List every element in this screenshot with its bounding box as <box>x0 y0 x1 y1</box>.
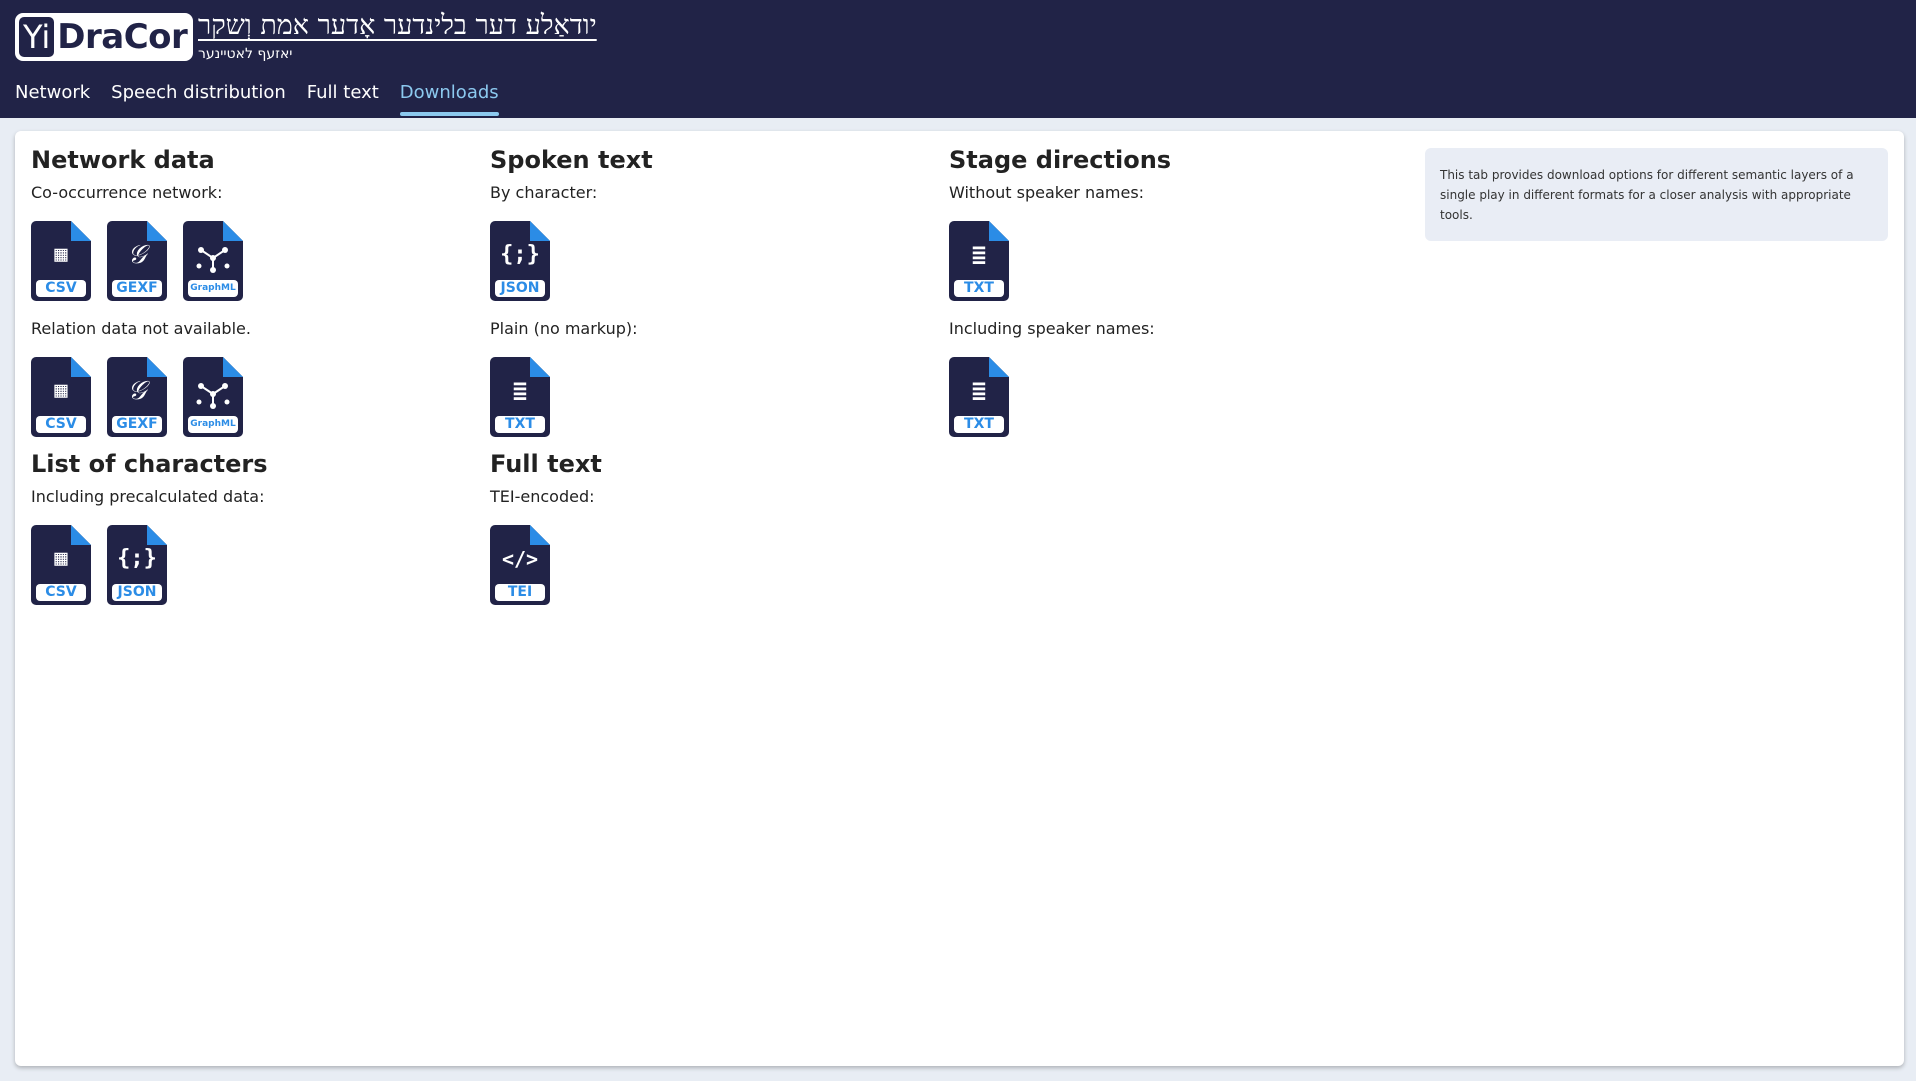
tab-speech-distribution[interactable]: Speech distribution <box>111 82 286 114</box>
column-stage: Stage directions Without speaker names: … <box>949 145 1171 437</box>
including-speaker-label: Including speaker names: <box>949 319 1155 338</box>
tab-bar: Network Speech distribution Full text Do… <box>15 82 520 116</box>
column-network: Network data Co-occurrence network: ▦ CS… <box>31 145 268 605</box>
txt-download-icon[interactable]: ≣ TXT <box>949 357 1009 437</box>
json-download-icon[interactable]: {;} JSON <box>107 525 167 605</box>
plain-text-label: Plain (no markup): <box>490 319 638 338</box>
csv-download-icon[interactable]: ▦ CSV <box>31 357 91 437</box>
full-text-heading: Full text <box>490 450 602 478</box>
top-header: Yi DraCor יודאַלע דער בלינדער אָדער אמת … <box>0 0 1916 118</box>
relation-label: Relation data not available. <box>31 319 251 338</box>
graphml-download-icon[interactable]: GraphML <box>183 221 243 301</box>
by-character-label: By character: <box>490 183 598 202</box>
txt-download-icon[interactable]: ≣ TXT <box>949 221 1009 301</box>
stage-without-downloads: ≣ TXT <box>949 221 1171 301</box>
gexf-download-icon[interactable]: 𝒢 GEXF <box>107 221 167 301</box>
play-title[interactable]: יודאַלע דער בלינדער אָדער אמת וְשקר <box>198 10 597 41</box>
characters-heading: List of characters <box>31 450 268 478</box>
stage-directions-heading: Stage directions <box>949 146 1172 174</box>
downloads-panel: Network data Co-occurrence network: ▦ CS… <box>15 131 1904 1066</box>
tab-downloads[interactable]: Downloads <box>399 82 499 116</box>
tab-network[interactable]: Network <box>15 82 90 114</box>
csv-download-icon[interactable]: ▦ CSV <box>31 221 91 301</box>
logo-yi: Yi <box>19 17 55 57</box>
yidracor-logo[interactable]: Yi DraCor <box>15 13 194 61</box>
tei-label: TEI-encoded: <box>490 487 595 506</box>
without-speaker-label: Without speaker names: <box>949 183 1145 202</box>
tei-downloads: </> TEI <box>490 525 653 605</box>
spoken-text-heading: Spoken text <box>490 146 653 174</box>
relation-downloads: ▦ CSV 𝒢 GEXF GraphML <box>31 357 268 437</box>
by-character-downloads: {;} JSON <box>490 221 653 301</box>
csv-download-icon[interactable]: ▦ CSV <box>31 525 91 605</box>
gexf-download-icon[interactable]: 𝒢 GEXF <box>107 357 167 437</box>
characters-downloads: ▦ CSV {;} JSON <box>31 525 268 605</box>
cooccurrence-label: Co-occurrence network: <box>31 183 223 202</box>
characters-label: Including precalculated data: <box>31 487 265 506</box>
tab-full-text[interactable]: Full text <box>307 82 379 114</box>
downloads-info-box: This tab provides download options for d… <box>1425 148 1888 241</box>
logo-dracor: DraCor <box>57 17 188 57</box>
plain-text-downloads: ≣ TXT <box>490 357 653 437</box>
tei-download-icon[interactable]: </> TEI <box>490 525 550 605</box>
graphml-download-icon[interactable]: GraphML <box>183 357 243 437</box>
txt-download-icon[interactable]: ≣ TXT <box>490 357 550 437</box>
cooccurrence-downloads: ▦ CSV 𝒢 GEXF GraphML <box>31 221 268 301</box>
play-author: יאזעף לאטיינער <box>198 46 293 62</box>
column-spoken: Spoken text By character: {;} JSON Plain… <box>490 145 653 605</box>
json-download-icon[interactable]: {;} JSON <box>490 221 550 301</box>
stage-including-downloads: ≣ TXT <box>949 357 1171 437</box>
network-data-heading: Network data <box>31 146 215 174</box>
